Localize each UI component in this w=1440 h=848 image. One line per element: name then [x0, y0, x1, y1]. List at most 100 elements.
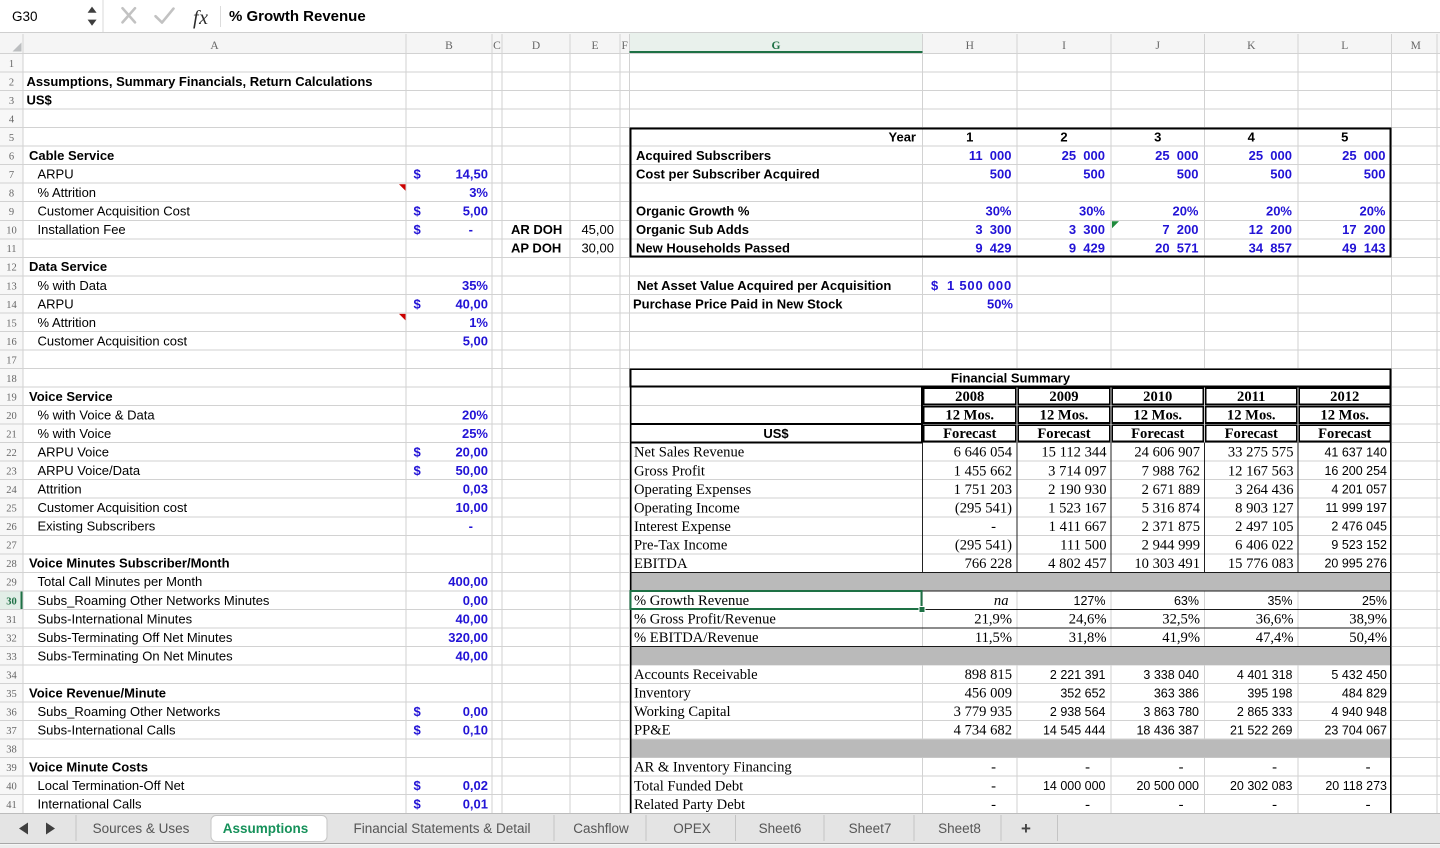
svg-text:H: H [966, 40, 974, 52]
svg-text:30: 30 [6, 596, 17, 607]
svg-text:35%: 35% [1267, 594, 1292, 608]
svg-text:na: na [994, 593, 1009, 609]
svg-text:10,00: 10,00 [455, 500, 488, 515]
svg-text:0,10: 0,10 [463, 723, 488, 738]
svg-text:2: 2 [1060, 130, 1067, 145]
svg-text:29: 29 [6, 578, 17, 589]
svg-text:Subs_Roaming Other Networks: Subs_Roaming Other Networks [38, 704, 221, 719]
svg-text:31: 31 [6, 615, 17, 626]
svg-text:34: 34 [6, 670, 17, 681]
svg-text:898 815: 898 815 [965, 667, 1012, 683]
svg-text:21: 21 [6, 430, 17, 441]
svg-text:Installation Fee: Installation Fee [38, 222, 126, 237]
svg-text:41,9%: 41,9% [1162, 630, 1200, 646]
svg-text:-: - [1272, 760, 1277, 776]
svg-text:AR & Inventory Financing: AR & Inventory Financing [634, 760, 792, 776]
svg-text:-: - [991, 760, 996, 776]
svg-text:L: L [1341, 40, 1348, 52]
svg-text:Forecast: Forecast [1225, 426, 1278, 442]
svg-text:$: $ [414, 445, 422, 460]
svg-text:12: 12 [6, 263, 17, 274]
svg-text:36,6%: 36,6% [1256, 612, 1294, 628]
svg-text:Gross Profit: Gross Profit [634, 463, 705, 479]
svg-text:12 167 563: 12 167 563 [1228, 463, 1294, 479]
svg-text:37: 37 [6, 726, 17, 737]
svg-text:fx: fx [193, 7, 208, 29]
svg-text:14 000 000: 14 000 000 [1043, 779, 1106, 793]
svg-text:Subs-International Minutes: Subs-International Minutes [38, 611, 193, 626]
svg-text:12 Mos.: 12 Mos. [945, 408, 994, 424]
svg-text:3 863 780: 3 863 780 [1143, 705, 1199, 719]
svg-text:17: 17 [6, 355, 17, 366]
svg-text:14,50: 14,50 [455, 167, 488, 182]
svg-text:38: 38 [6, 745, 17, 756]
svg-text:ARPU Voice: ARPU Voice [38, 445, 110, 460]
svg-text:2 497 105: 2 497 105 [1235, 519, 1293, 535]
svg-text:Subs_Roaming Other Networks Mi: Subs_Roaming Other Networks Minutes [38, 593, 270, 608]
svg-text:Subs-Terminating Off Net Minut: Subs-Terminating Off Net Minutes [38, 630, 233, 645]
svg-text:Forecast: Forecast [943, 426, 996, 442]
svg-text:41: 41 [6, 800, 17, 811]
svg-text:23: 23 [6, 467, 17, 478]
svg-text:2: 2 [9, 77, 14, 88]
svg-text:30,00: 30,00 [581, 241, 614, 256]
svg-text:1%: 1% [469, 315, 488, 330]
svg-text:2008: 2008 [955, 389, 984, 405]
svg-text:27: 27 [6, 541, 17, 552]
svg-text:Year: Year [889, 130, 916, 145]
svg-text:500: 500 [1177, 167, 1199, 182]
svg-text:24: 24 [6, 485, 17, 496]
svg-text:2 371 875: 2 371 875 [1142, 519, 1200, 535]
svg-text:352 652: 352 652 [1060, 686, 1105, 700]
svg-text:Voice Minute Costs: Voice Minute Costs [29, 760, 148, 775]
svg-text:4 802 457: 4 802 457 [1048, 556, 1106, 572]
svg-text:Total Funded Debt: Total Funded Debt [634, 778, 743, 794]
svg-text:15: 15 [6, 318, 17, 329]
svg-text:Assumptions, Summary Financial: Assumptions, Summary Financials, Return … [27, 74, 373, 89]
svg-text:Attrition: Attrition [38, 482, 82, 497]
svg-text:50,4%: 50,4% [1349, 630, 1387, 646]
svg-text:26: 26 [6, 522, 17, 533]
svg-text:766 228: 766 228 [965, 556, 1012, 572]
svg-text:11 000: 11 000 [969, 148, 1012, 163]
svg-text:C: C [493, 40, 501, 52]
svg-text:6 646 054: 6 646 054 [954, 445, 1013, 461]
svg-text:E: E [591, 40, 598, 52]
svg-text:40,00: 40,00 [455, 648, 488, 663]
svg-text:-: - [1272, 797, 1277, 813]
svg-text:8: 8 [9, 189, 14, 200]
svg-text:11: 11 [6, 244, 16, 255]
svg-text:+: + [1021, 819, 1031, 838]
svg-text:5,00: 5,00 [463, 204, 488, 219]
svg-text:12 200: 12 200 [1249, 222, 1292, 237]
svg-text:18: 18 [6, 374, 17, 385]
svg-text:Forecast: Forecast [1131, 426, 1184, 442]
svg-text:$: $ [414, 222, 422, 237]
svg-text:20%: 20% [1172, 204, 1198, 219]
svg-text:Subs-International Calls: Subs-International Calls [38, 723, 177, 738]
svg-text:3 300: 3 300 [1069, 222, 1105, 237]
svg-text:9: 9 [9, 207, 14, 218]
svg-text:18 436 387: 18 436 387 [1136, 724, 1199, 738]
svg-text:-: - [1366, 760, 1371, 776]
svg-text:36: 36 [6, 707, 17, 718]
svg-text:Existing Subscribers: Existing Subscribers [38, 519, 156, 534]
svg-text:Financial Summary: Financial Summary [951, 370, 1071, 385]
svg-text:3%: 3% [469, 185, 488, 200]
svg-text:500: 500 [1270, 167, 1292, 182]
svg-text:0,02: 0,02 [463, 778, 488, 793]
svg-text:Related Party Debt: Related Party Debt [634, 797, 745, 813]
svg-text:40,00: 40,00 [455, 611, 488, 626]
svg-text:% with Voice & Data: % with Voice & Data [38, 408, 156, 423]
svg-text:Sources & Uses: Sources & Uses [93, 821, 190, 836]
svg-text:1 455 662: 1 455 662 [954, 463, 1012, 479]
svg-text:20%: 20% [462, 408, 488, 423]
svg-text:-: - [1085, 760, 1090, 776]
svg-text:17 200: 17 200 [1342, 222, 1385, 237]
svg-text:% Growth Revenue: % Growth Revenue [229, 8, 366, 25]
svg-text:3 300: 3 300 [975, 222, 1011, 237]
svg-text:$: $ [414, 296, 422, 311]
svg-text:$: $ [414, 463, 422, 478]
svg-text:12 Mos.: 12 Mos. [1320, 408, 1369, 424]
svg-text:400,00: 400,00 [448, 574, 488, 589]
